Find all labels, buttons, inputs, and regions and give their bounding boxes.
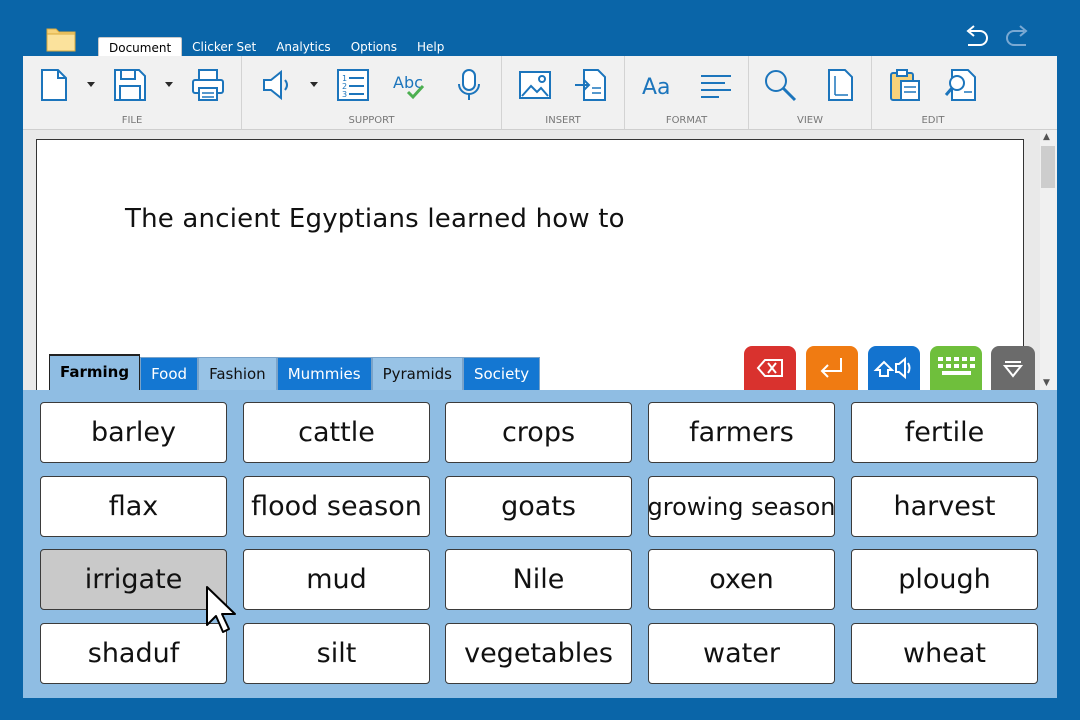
scroll-thumb[interactable] (1041, 146, 1055, 188)
word-button[interactable]: barley (40, 402, 227, 463)
menu-bar: Document Clicker Set Analytics Options H… (98, 37, 454, 58)
keyboard-button[interactable] (930, 346, 982, 390)
save-dropdown-arrow[interactable] (165, 82, 173, 87)
ribbon-group-label: EDIT (921, 115, 945, 126)
ribbon-group-label: SUPPORT (348, 115, 395, 126)
tab-fashion[interactable]: Fashion (198, 357, 277, 390)
word-button[interactable]: goats (445, 476, 632, 537)
paste-icon[interactable] (888, 68, 922, 102)
word-button[interactable]: flax (40, 476, 227, 537)
vertical-scrollbar[interactable]: ▲ ▼ (1040, 130, 1057, 390)
tab-society[interactable]: Society (462, 357, 541, 390)
scroll-down-icon[interactable]: ▼ (1043, 378, 1050, 388)
word-button[interactable]: fertile (851, 402, 1038, 463)
speaker-dropdown-arrow[interactable] (310, 82, 318, 87)
undo-icon[interactable] (962, 24, 990, 50)
backspace-icon (756, 359, 783, 377)
insert-picture-icon[interactable] (518, 68, 552, 102)
font-icon[interactable]: Aa (641, 68, 675, 102)
ribbon-group-file: FILE (23, 56, 242, 129)
insert-file-icon[interactable] (574, 68, 608, 102)
numbered-list-icon[interactable]: 1 2 3 (336, 68, 370, 102)
ribbon-group-edit: EDIT (872, 56, 994, 129)
word-button[interactable]: plough (851, 549, 1038, 610)
ribbon-group-label: FORMAT (665, 115, 708, 126)
minimize-icon (1002, 361, 1024, 378)
word-button[interactable]: oxen (648, 549, 835, 610)
zoom-icon[interactable] (763, 68, 797, 102)
new-dropdown-arrow[interactable] (87, 82, 95, 87)
enter-icon (820, 358, 842, 378)
clicker-tabs: Farming Food Fashion Mummies Pyramids So… (49, 354, 541, 391)
hide-grid-button[interactable] (991, 346, 1035, 390)
word-button[interactable]: vegetables (445, 623, 632, 684)
ribbon-group-support: 1 2 3 Abc SUPPORT (242, 56, 502, 129)
tab-mummies[interactable]: Mummies (276, 357, 372, 390)
save-icon[interactable] (113, 68, 147, 102)
print-icon[interactable] (191, 68, 225, 102)
menu-tab-help[interactable]: Help (407, 37, 454, 57)
ribbon-group-view: VIEW (749, 56, 872, 129)
word-button[interactable]: farmers (648, 402, 835, 463)
word-button[interactable]: irrigate (40, 549, 227, 610)
word-button[interactable]: wheat (851, 623, 1038, 684)
word-button[interactable]: Nile (445, 549, 632, 610)
find-icon[interactable] (944, 68, 978, 102)
word-button[interactable]: shaduf (40, 623, 227, 684)
scroll-up-icon[interactable]: ▲ (1043, 132, 1050, 142)
ribbon-group-label: VIEW (797, 115, 823, 126)
menu-tab-clicker-set[interactable]: Clicker Set (182, 37, 266, 57)
tab-pyramids[interactable]: Pyramids (371, 357, 463, 390)
menu-tab-analytics[interactable]: Analytics (266, 37, 341, 57)
speech-button[interactable] (868, 346, 920, 390)
word-button[interactable]: flood season (243, 476, 430, 537)
word-button[interactable]: harvest (851, 476, 1038, 537)
ribbon-group-insert: INSERT (502, 56, 625, 129)
menu-tab-options[interactable]: Options (341, 37, 407, 57)
svg-text:3: 3 (342, 90, 347, 99)
redo-icon[interactable] (1004, 24, 1032, 50)
document-text[interactable]: The ancient Egyptians learned how to (125, 204, 625, 234)
menu-tab-document[interactable]: Document (98, 37, 183, 58)
paragraph-icon[interactable] (699, 68, 733, 102)
enter-button[interactable] (806, 346, 858, 390)
new-document-icon[interactable] (37, 68, 71, 102)
page-view-icon[interactable] (823, 68, 857, 102)
microphone-icon[interactable] (452, 68, 486, 102)
word-button[interactable]: mud (243, 549, 430, 610)
speaker-icon[interactable] (260, 68, 294, 102)
word-button[interactable]: water (648, 623, 835, 684)
ribbon-group-label: FILE (121, 115, 143, 126)
ribbon-group-format: Aa FORMAT (625, 56, 749, 129)
word-button[interactable]: cattle (243, 402, 430, 463)
word-button[interactable]: growing season (648, 476, 835, 537)
ribbon-group-label: INSERT (545, 115, 581, 126)
tab-food[interactable]: Food (140, 357, 199, 390)
mouse-cursor-icon (206, 586, 236, 633)
speak-word-icon (873, 356, 911, 380)
backspace-button[interactable] (744, 346, 796, 390)
svg-text:Aa: Aa (642, 75, 671, 100)
undo-redo-group (962, 24, 1032, 50)
folder-icon[interactable] (46, 26, 76, 52)
spellcheck-icon[interactable]: Abc (392, 68, 426, 102)
keyboard-icon (938, 357, 975, 375)
tab-farming[interactable]: Farming (49, 354, 141, 391)
word-button[interactable]: crops (445, 402, 632, 463)
word-button[interactable]: silt (243, 623, 430, 684)
ribbon-toolbar: FILE 1 2 3 Abc SUPPORT INSERT Aa FORMAT … (23, 56, 1057, 130)
